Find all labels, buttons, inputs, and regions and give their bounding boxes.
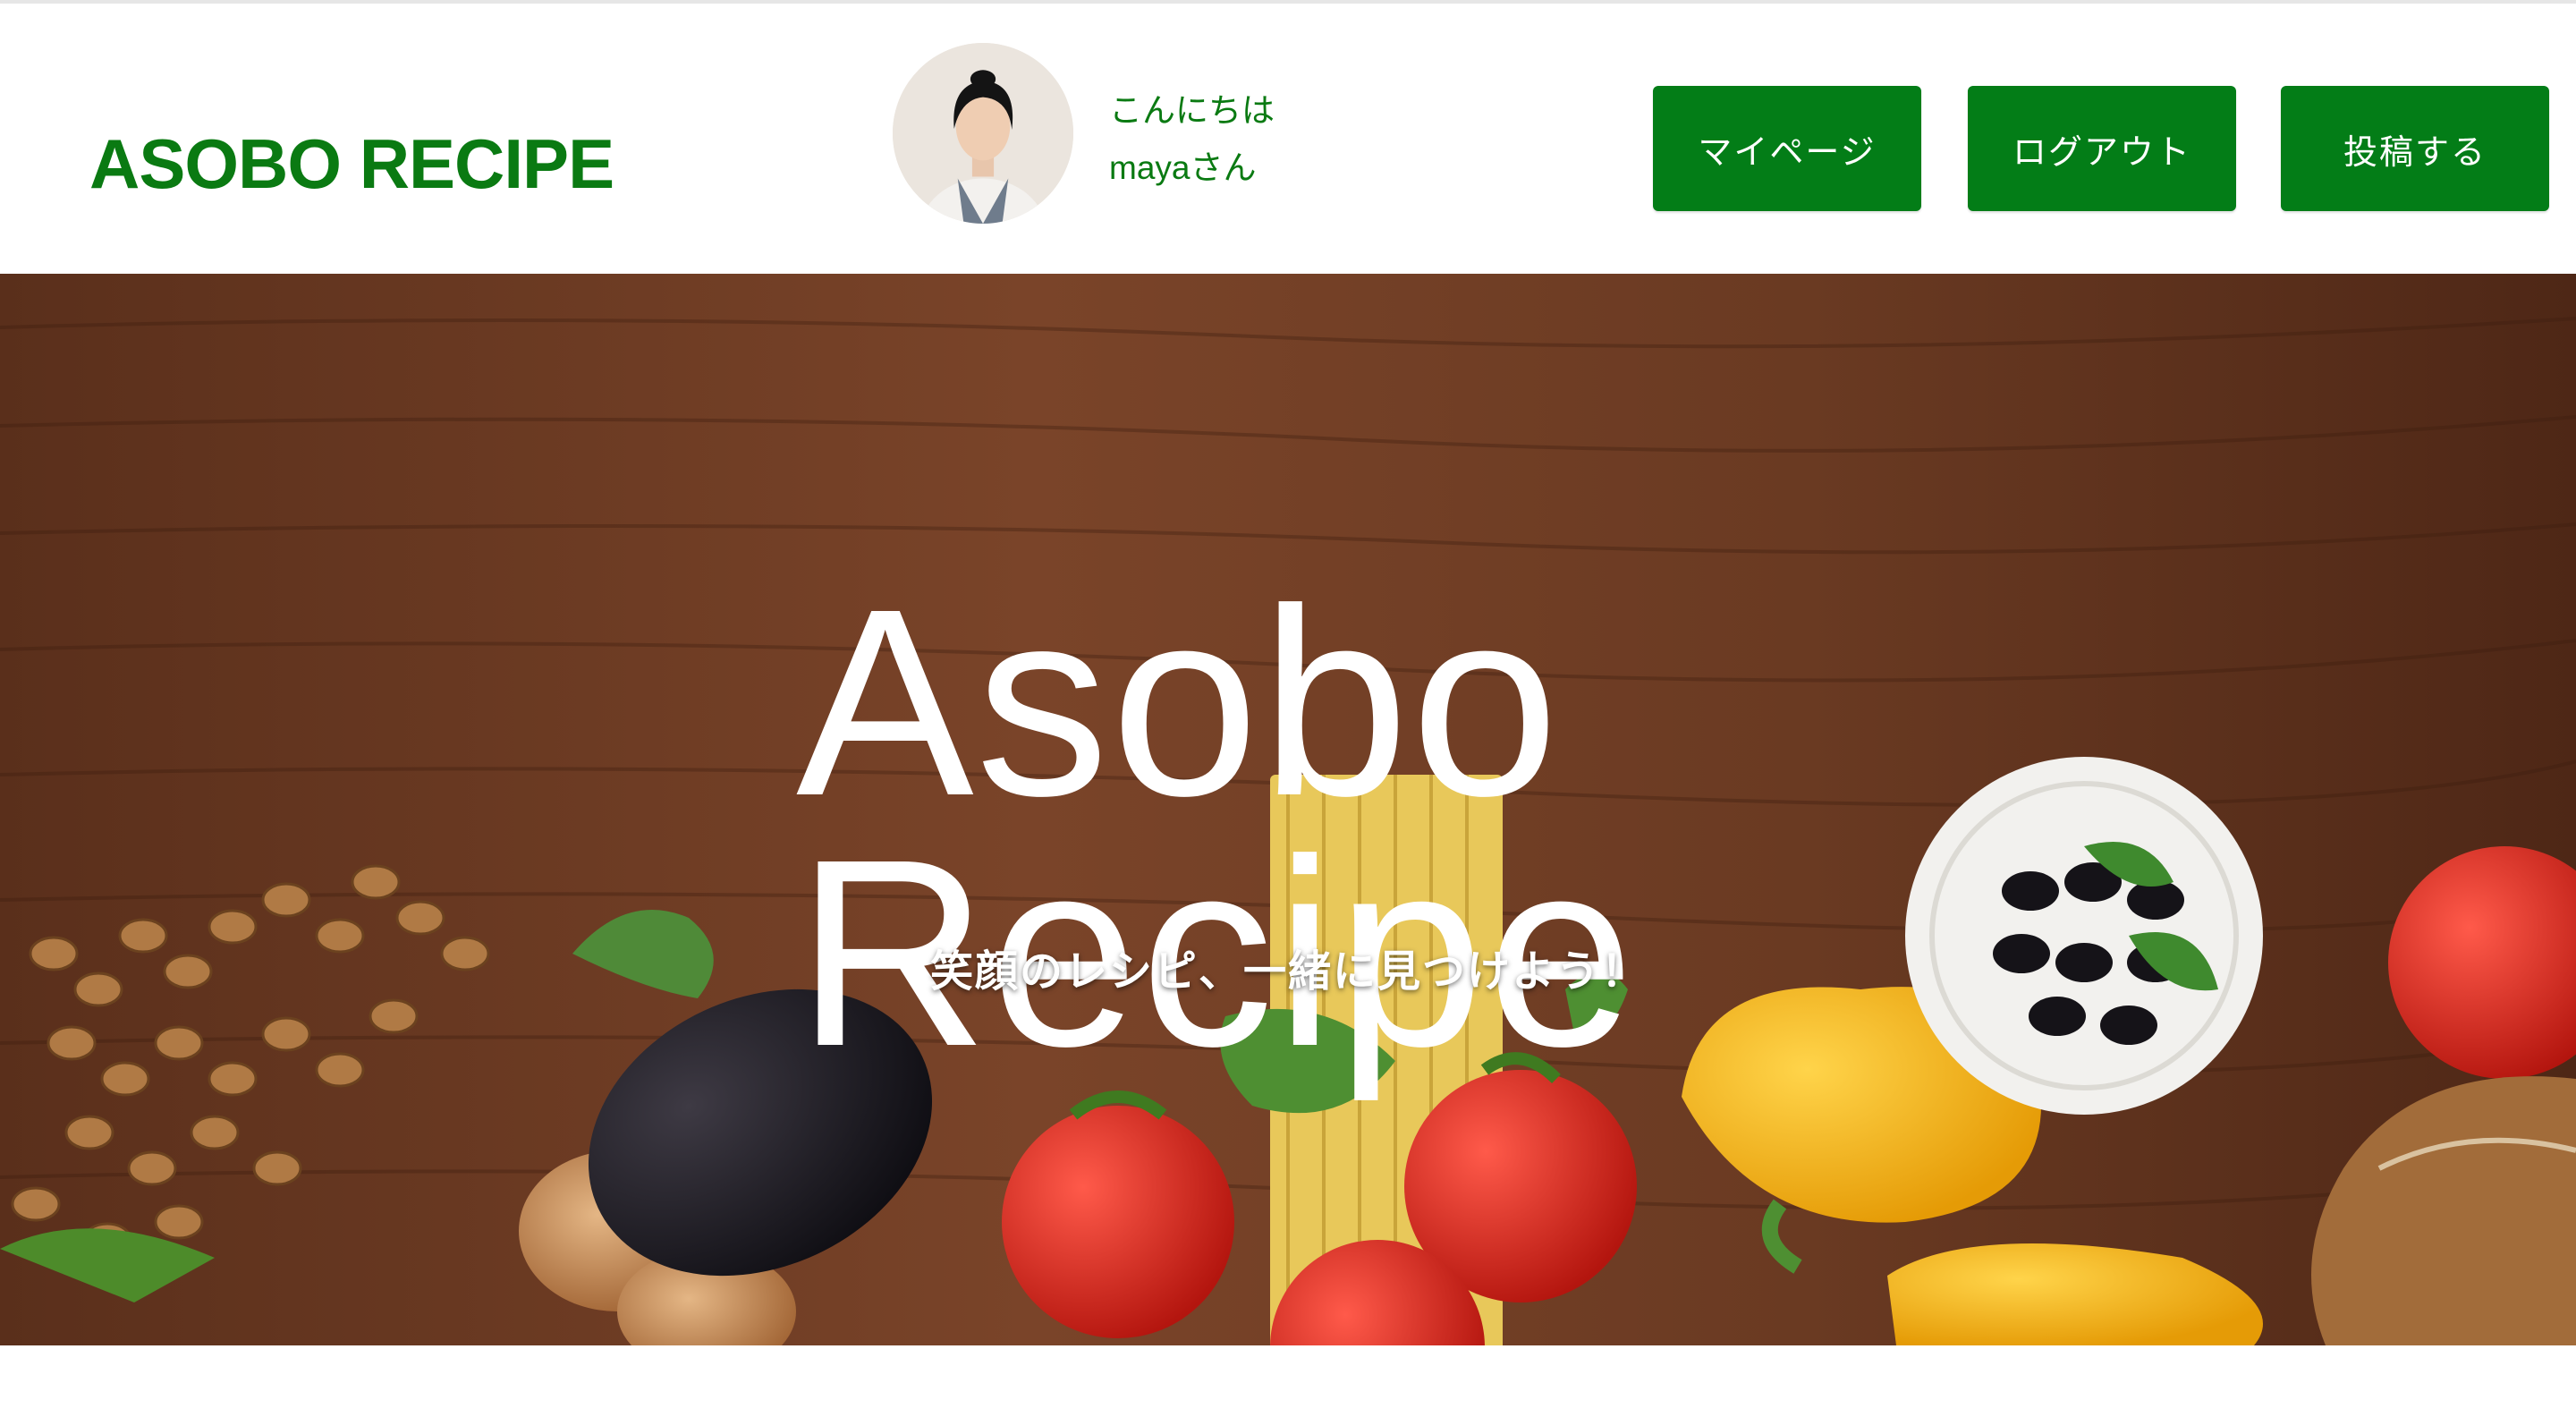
user-photo bbox=[893, 43, 1073, 224]
hero-banner: Asobo Recipe 笑顔のレシピ、一緒に見つけよう！ bbox=[0, 274, 2576, 1345]
page-bottom-area bbox=[0, 1345, 2576, 1417]
hero-subtitle: 笑顔のレシピ、一緒に見つけよう！ bbox=[929, 948, 1646, 996]
greeting-text: こんにちは bbox=[1109, 92, 1275, 129]
avatar[interactable] bbox=[893, 43, 1073, 224]
user-greeting: こんにちは mayaさん bbox=[1109, 82, 1275, 197]
hero-title: Asobo Recipe bbox=[796, 553, 1637, 1086]
user-name: mayaさん bbox=[1109, 149, 1257, 186]
logout-button[interactable]: ログアウト bbox=[1968, 86, 2236, 211]
post-button[interactable]: 投稿する bbox=[2281, 86, 2549, 211]
hero-title-line1: Asobo bbox=[796, 553, 1561, 852]
mypage-button[interactable]: マイページ bbox=[1653, 86, 1921, 211]
site-header: ASOBO RECIPE こんにちは mayaさん マイページ ログアウト 投稿… bbox=[0, 4, 2576, 274]
site-logo[interactable]: ASOBO RECIPE bbox=[89, 129, 614, 199]
